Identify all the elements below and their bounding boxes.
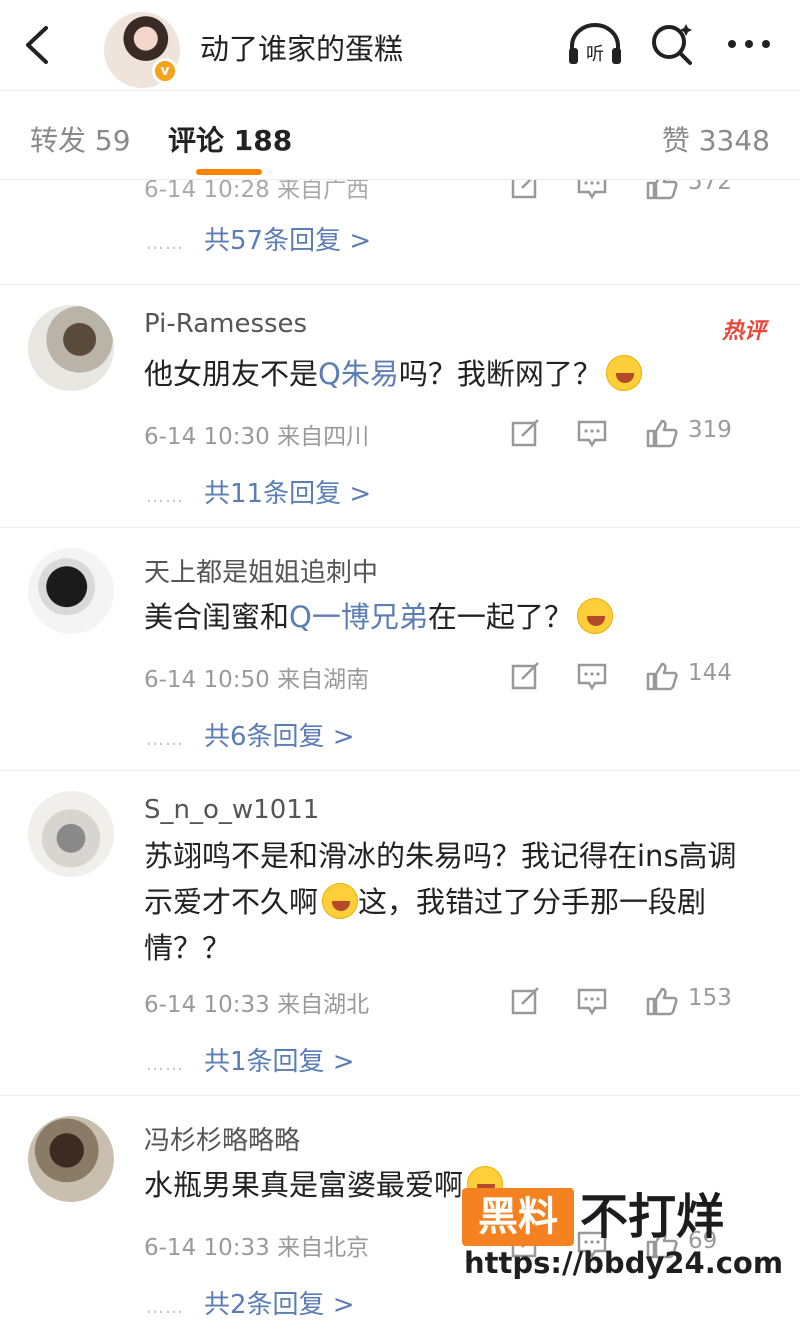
like-count: 572 bbox=[688, 180, 732, 195]
share-icon[interactable] bbox=[510, 661, 542, 691]
thumbs-up-icon[interactable] bbox=[645, 180, 679, 200]
watermark-url: https://bbdy24.com bbox=[464, 1246, 784, 1280]
page-title: 动了谁家的蛋糕 bbox=[200, 32, 404, 66]
watermark-slogan: 不打烊 bbox=[580, 1189, 725, 1245]
tab-bar: 转发 59 评论 188 赞 3348 bbox=[0, 90, 800, 180]
tab-repost[interactable]: 转发 59 bbox=[30, 119, 131, 159]
view-replies-link[interactable]: …… 共57条回复 > bbox=[146, 220, 371, 257]
view-replies-link[interactable]: …… 共6条回复 > bbox=[146, 716, 355, 753]
comment-meta: 6-14 10:33 来自北京 bbox=[144, 1235, 370, 1261]
tab-comment[interactable]: 评论 188 bbox=[168, 119, 292, 159]
tab-like[interactable]: 赞 3348 bbox=[662, 119, 770, 159]
comment-feed[interactable]: 6-14 10:28 来自广西 572 …… 共57条回复 > Pi-Ramess… bbox=[0, 180, 800, 1321]
grin-emoji-icon bbox=[576, 598, 613, 634]
view-replies-link[interactable]: …… 共1条回复 > bbox=[146, 1041, 355, 1078]
comment-text: 苏翊鸣不是和滑冰的朱易吗？我记得在ins高调 示爱才不久啊 这，我错过了分手那一段… bbox=[144, 839, 737, 965]
svg-text:听: 听 bbox=[586, 44, 604, 65]
like-count: 144 bbox=[688, 660, 732, 686]
comment-item: Pi-Ramesses 热评 他女朋友不是Q朱易吗？我断网了？ 6-14 10:… bbox=[0, 285, 800, 528]
comment-meta: 6-14 10:50 来自湖南 bbox=[144, 667, 370, 693]
back-arrow-icon[interactable] bbox=[18, 20, 58, 70]
comment-actions: 153 bbox=[510, 985, 770, 1016]
comment-actions: 319 bbox=[510, 417, 770, 448]
comment-text: 美合闺蜜和Q一博兄弟在一起了？ bbox=[144, 594, 770, 640]
laugh-cry-emoji-icon bbox=[322, 883, 359, 919]
comment-item: S_n_o_w1011 苏翊鸣不是和滑冰的朱易吗？我记得在ins高调 示爱才不久… bbox=[0, 771, 800, 1096]
topic-link[interactable]: Q一博兄弟 bbox=[289, 600, 428, 634]
comment-text: 他女朋友不是Q朱易吗？我断网了？ bbox=[144, 351, 770, 397]
comment-icon[interactable] bbox=[576, 986, 608, 1016]
share-icon[interactable] bbox=[510, 986, 542, 1016]
avatar[interactable] bbox=[28, 1116, 114, 1202]
comment-icon[interactable] bbox=[576, 180, 608, 200]
username[interactable]: S_n_o_w1011 bbox=[144, 795, 319, 825]
share-icon[interactable] bbox=[510, 418, 542, 448]
comment-actions: 572 bbox=[510, 180, 770, 200]
verified-badge-icon: v bbox=[152, 58, 178, 84]
watermark-brand: 黑料 bbox=[462, 1188, 574, 1246]
comment-actions: 144 bbox=[510, 660, 770, 691]
more-options-icon[interactable] bbox=[724, 28, 774, 60]
avatar[interactable] bbox=[28, 548, 114, 634]
laugh-cry-emoji-icon bbox=[605, 355, 642, 391]
thumbs-up-icon[interactable] bbox=[645, 418, 679, 448]
thumbs-up-icon[interactable] bbox=[645, 986, 679, 1016]
top-bar: v 动了谁家的蛋糕 听 bbox=[0, 0, 800, 90]
like-count: 153 bbox=[688, 985, 732, 1011]
listen-headphones-icon[interactable]: 听 bbox=[566, 20, 624, 68]
active-tab-indicator bbox=[196, 169, 262, 175]
like-count: 319 bbox=[688, 417, 732, 443]
comment-meta: 6-14 10:30 来自四川 bbox=[144, 424, 370, 450]
thumbs-up-icon[interactable] bbox=[645, 661, 679, 691]
search-icon[interactable] bbox=[648, 20, 696, 68]
view-replies-link[interactable]: …… 共2条回复 > bbox=[146, 1284, 355, 1321]
view-replies-link[interactable]: …… 共11条回复 > bbox=[146, 473, 371, 510]
username[interactable]: Pi-Ramesses bbox=[144, 309, 307, 339]
comment-item: 6-14 10:28 来自广西 572 …… 共57条回复 > bbox=[0, 180, 800, 285]
username[interactable]: 冯杉杉略略略 bbox=[144, 1120, 300, 1157]
comment-icon[interactable] bbox=[576, 418, 608, 448]
avatar[interactable] bbox=[28, 791, 114, 877]
avatar[interactable] bbox=[28, 305, 114, 391]
comment-meta: 6-14 10:28 来自广西 bbox=[144, 180, 370, 203]
hot-comment-badge: 热评 bbox=[721, 319, 766, 344]
comment-item: 天上都是姐姐追刺中 美合闺蜜和Q一博兄弟在一起了？ 6-14 10:50 来自湖… bbox=[0, 528, 800, 771]
comment-meta: 6-14 10:33 来自湖北 bbox=[144, 992, 370, 1018]
share-icon[interactable] bbox=[510, 180, 542, 200]
comment-icon[interactable] bbox=[576, 661, 608, 691]
topic-link[interactable]: Q朱易 bbox=[318, 357, 399, 391]
username[interactable]: 天上都是姐姐追刺中 bbox=[144, 552, 378, 589]
watermark: 黑料 不打烊 https://bbdy24.com bbox=[462, 1186, 784, 1282]
